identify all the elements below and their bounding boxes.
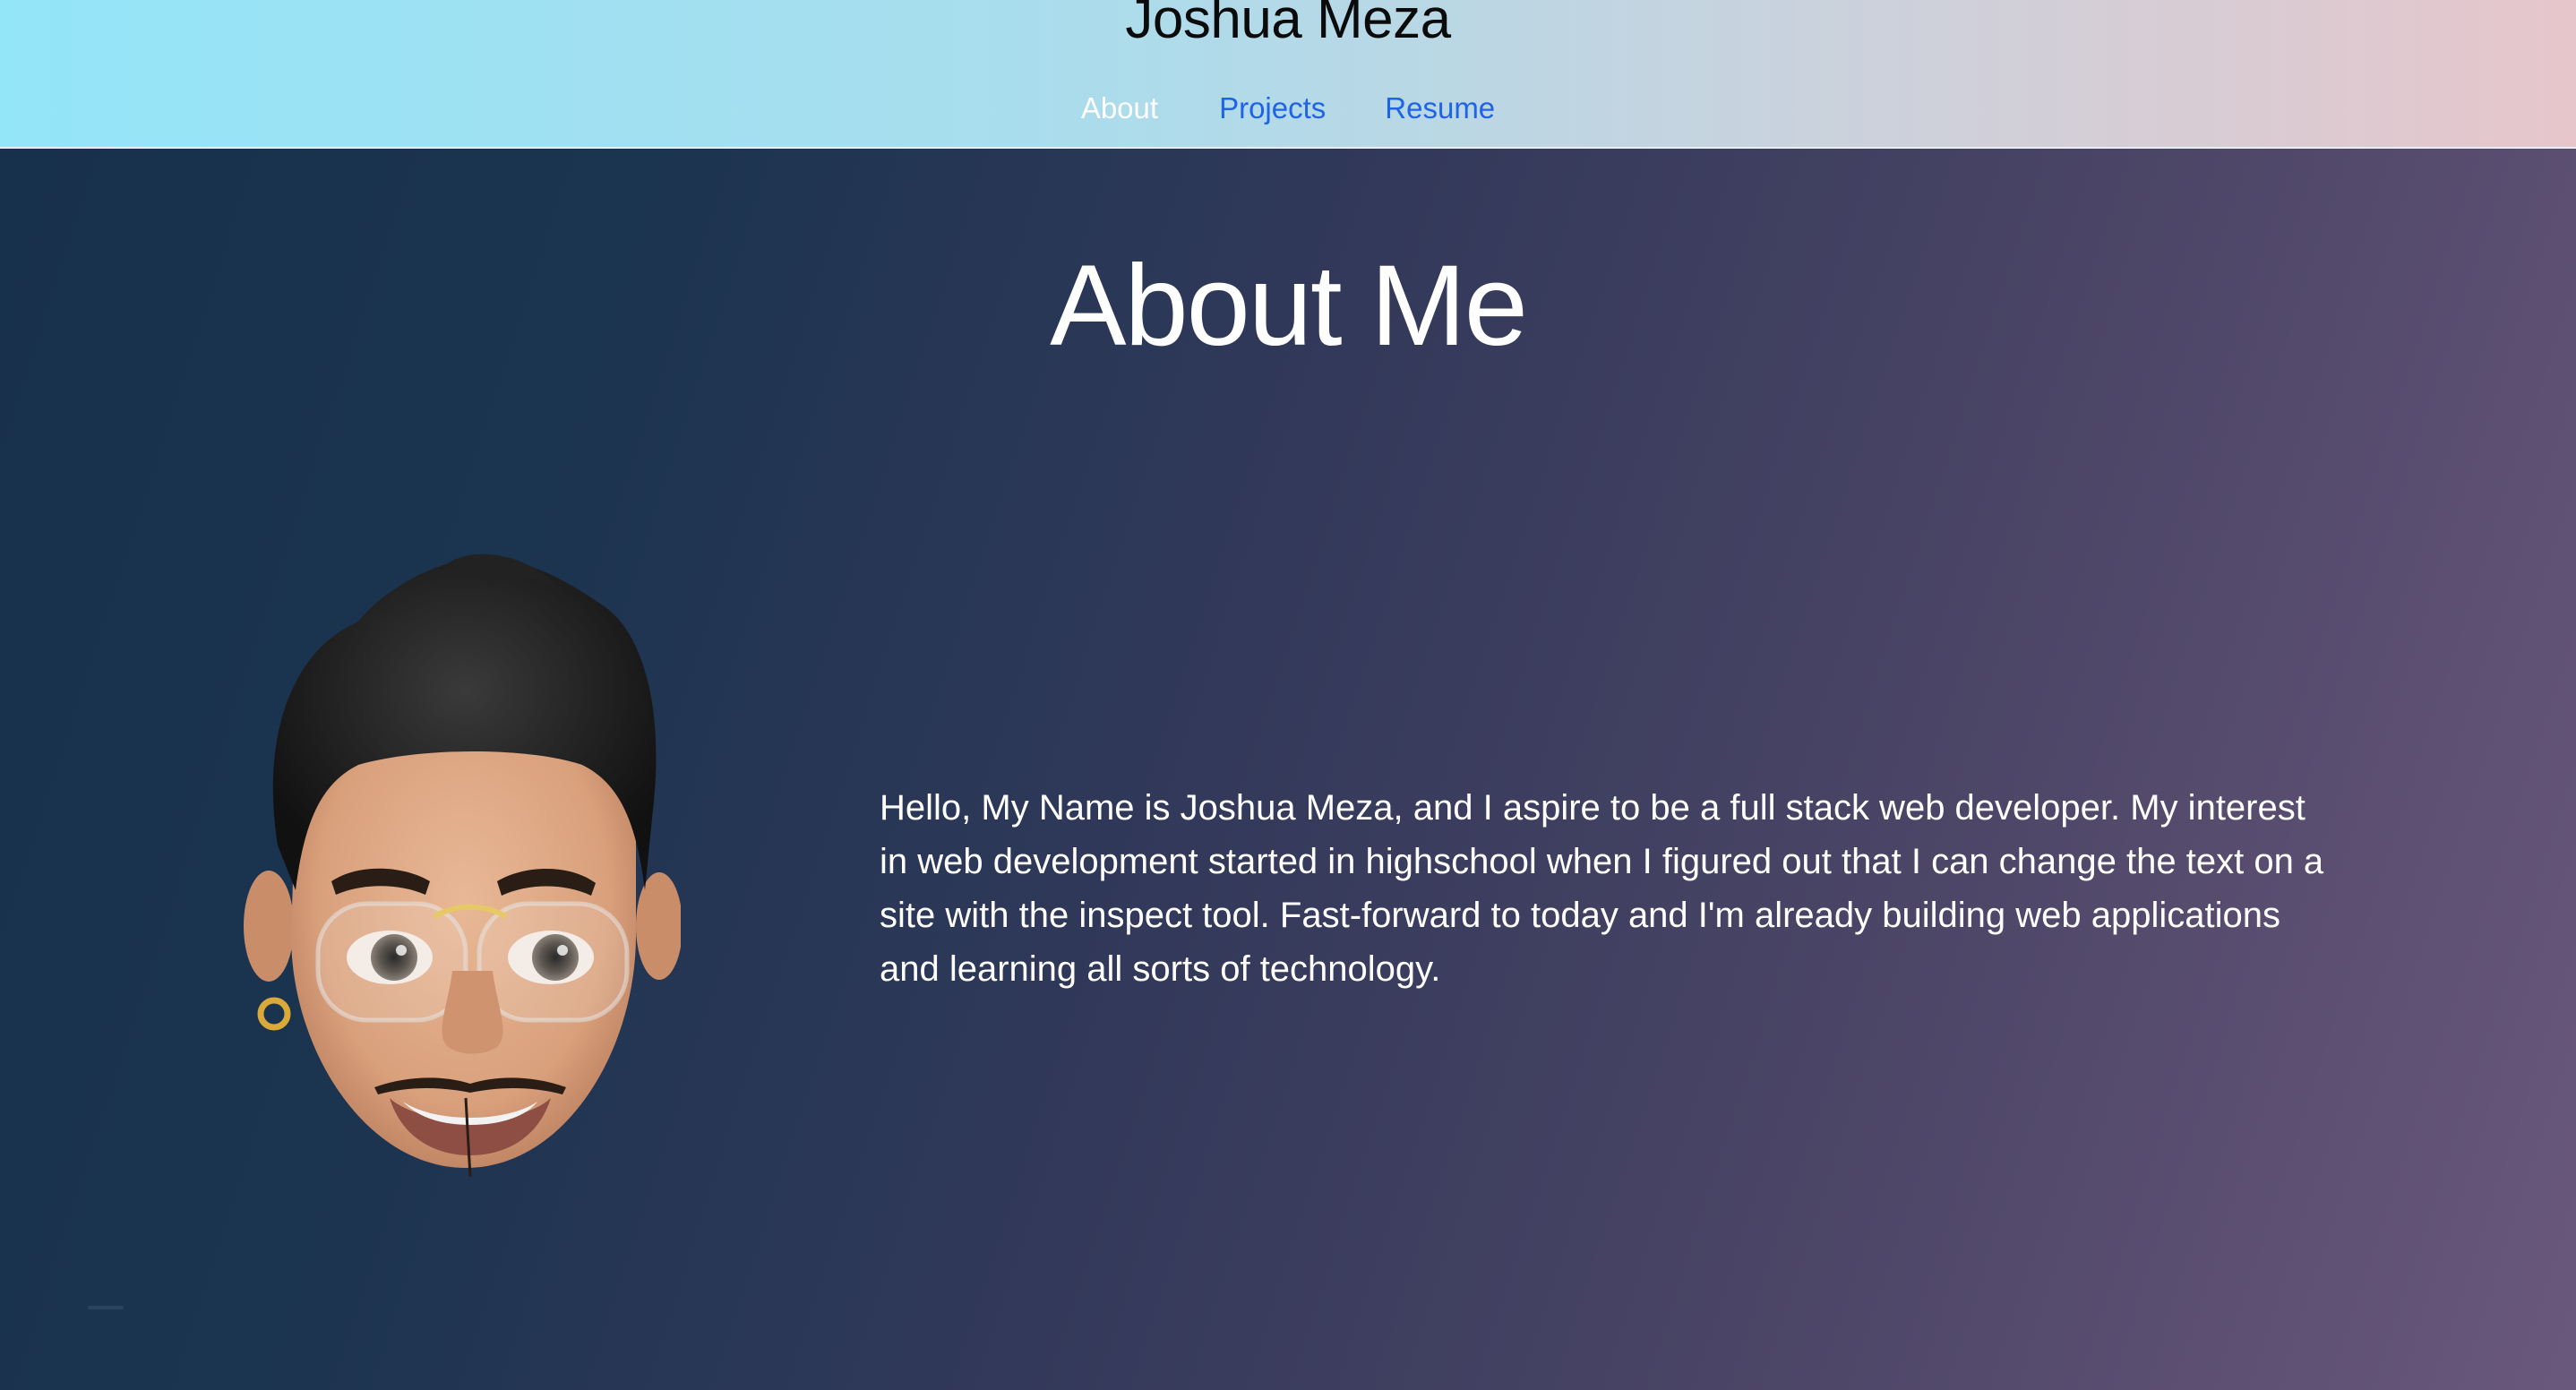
- nav-link-resume[interactable]: Resume: [1385, 91, 1495, 125]
- about-section: About Me Hello, My Name is Joshua Meza, …: [0, 149, 2576, 1390]
- divider: [88, 1306, 124, 1309]
- site-header: Joshua Meza About Projects Resume: [0, 0, 2576, 149]
- nav-link-projects[interactable]: Projects: [1219, 91, 1326, 125]
- bio-paragraph: Hello, My Name is Joshua Meza, and I asp…: [880, 788, 2324, 989]
- main-nav: About Projects Resume: [0, 91, 2576, 125]
- page-title: About Me: [1050, 242, 1528, 370]
- memoji-avatar-icon: [244, 553, 681, 1177]
- nav-link-about[interactable]: About: [1081, 91, 1158, 125]
- site-title: Joshua Meza: [1125, 0, 1451, 50]
- page: Joshua Meza About Projects Resume About …: [0, 0, 2576, 1390]
